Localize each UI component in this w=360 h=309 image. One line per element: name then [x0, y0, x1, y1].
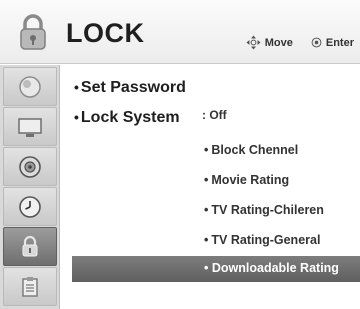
menu-item-label: Set Password	[80, 79, 186, 96]
menu-item-label: Lock System	[80, 109, 180, 126]
sidebar-item-audio[interactable]	[3, 147, 57, 186]
sidebar-item-option[interactable]	[3, 267, 57, 306]
selected-item-text: • Downloadable Rating	[204, 261, 339, 275]
submenu-item-movie-rating[interactable]: • Movie Rating	[204, 173, 289, 187]
submenu-item-tv-rating-children[interactable]: • TV Rating-Chileren	[204, 203, 324, 217]
speaker-icon	[19, 155, 41, 178]
lock-header-icon	[20, 14, 46, 50]
submenu-item-label: Downloadable Rating	[211, 261, 339, 275]
sidebar-item-lock[interactable]	[3, 227, 57, 266]
submenu-item-downloadable-rating[interactable]: • Downloadable Rating	[72, 256, 360, 282]
bullet: •	[204, 173, 209, 187]
lock-system-value[interactable]: : Off	[202, 108, 227, 122]
menu-item-set-password[interactable]: • Set Password	[74, 79, 186, 97]
page-title: LOCK	[66, 18, 145, 48]
bullet: •	[74, 109, 79, 125]
enter-button-icon	[311, 37, 322, 48]
screen-icon	[18, 117, 42, 137]
category-sidebar	[0, 65, 60, 309]
lock-menu-screen: LOCK Move Enter • Set Password • Lock Sy…	[0, 0, 360, 309]
bullet: •	[204, 261, 212, 275]
bullet: •	[204, 203, 209, 217]
move-arrows-icon	[246, 35, 261, 50]
sidebar-item-time[interactable]	[3, 187, 57, 226]
submenu-item-label: TV Rating-Chileren	[211, 203, 324, 217]
lock-icon	[22, 235, 38, 256]
menu-item-lock-system[interactable]: • Lock System	[74, 109, 180, 127]
sidebar-item-picture[interactable]	[3, 67, 57, 106]
submenu-item-label: Block Chennel	[211, 143, 299, 157]
sidebar-item-screen[interactable]	[3, 107, 57, 146]
submenu-item-tv-rating-general[interactable]: • TV Rating-General	[204, 233, 320, 247]
bullet: •	[204, 143, 209, 157]
bullet: •	[74, 79, 79, 95]
enter-hint-label: Enter	[325, 36, 354, 49]
submenu-item-label: TV Rating-General	[211, 233, 321, 247]
clock-icon	[19, 195, 41, 218]
menu-header: LOCK Move Enter	[0, 0, 360, 64]
submenu-item-label: Movie Rating	[211, 173, 290, 187]
move-hint-label: Move	[264, 36, 293, 49]
bullet: •	[204, 233, 209, 247]
option-icon	[22, 276, 38, 297]
picture-icon	[19, 75, 41, 98]
submenu-item-block-channel[interactable]: • Block Chennel	[204, 143, 298, 157]
nav-hint: Move Enter	[246, 35, 354, 50]
